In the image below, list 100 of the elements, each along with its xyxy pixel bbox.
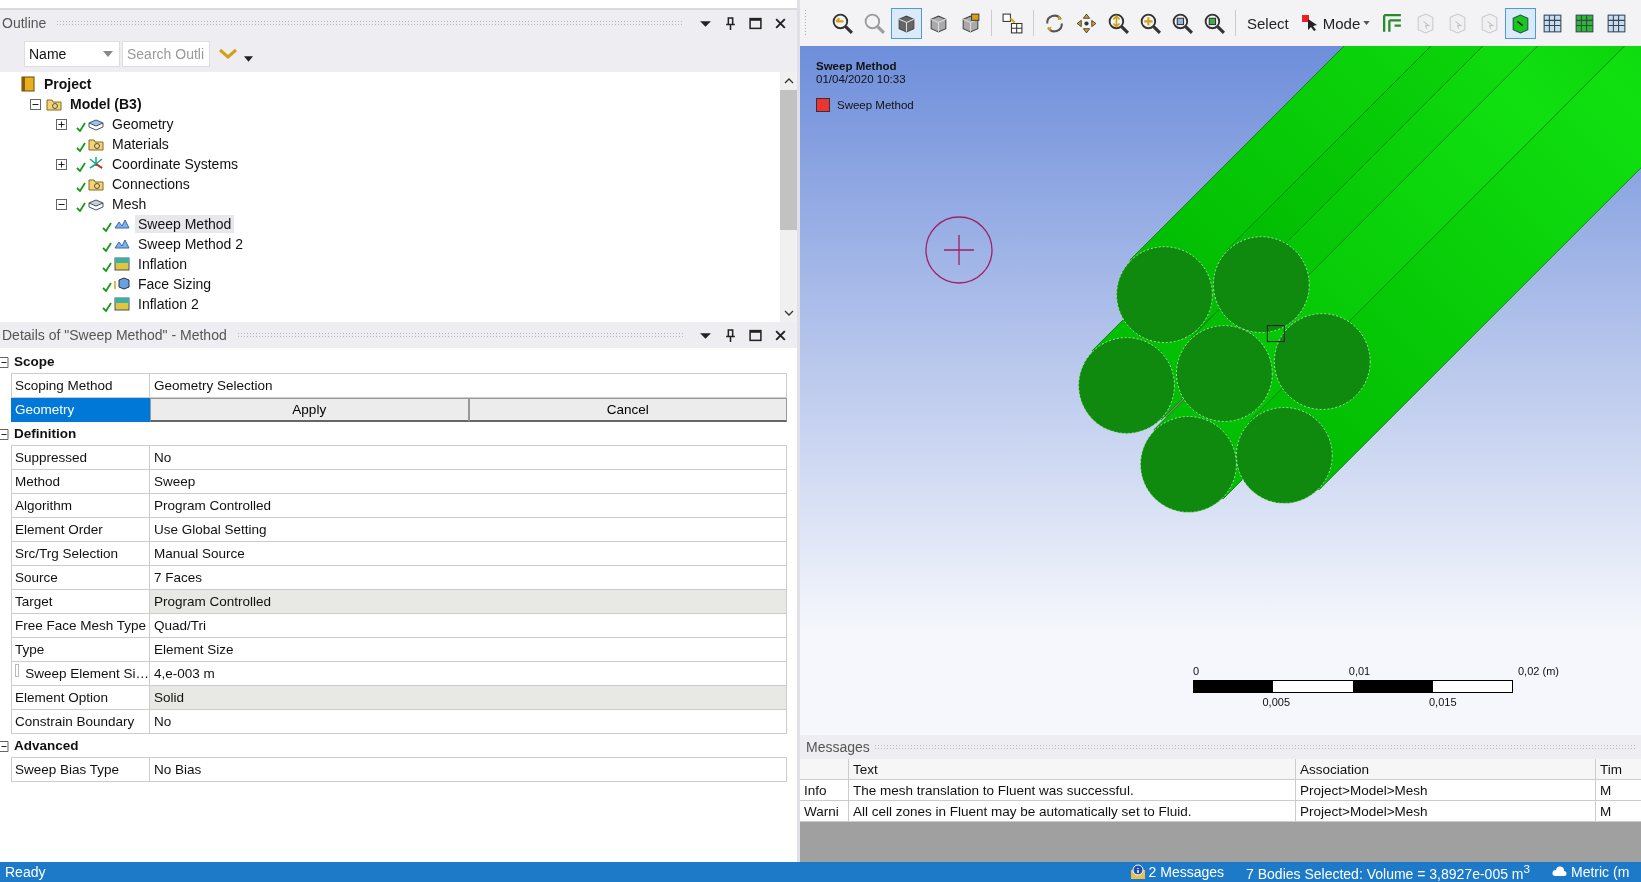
property-name: Sweep Element Si… xyxy=(25,666,149,681)
property-label: Src/Trg Selection xyxy=(11,542,150,566)
cube-icon[interactable] xyxy=(891,7,922,39)
info-icon[interactable] xyxy=(1129,864,1146,880)
property-value[interactable]: No Bias xyxy=(150,758,787,782)
property-value[interactable]: Sweep xyxy=(150,470,787,494)
panel-title: Details of "Sweep Method" - Method xyxy=(1,327,227,343)
property-label: Geometry xyxy=(11,398,150,422)
section-header: Scope xyxy=(11,350,787,374)
property-label: Source xyxy=(11,566,150,590)
close-icon[interactable] xyxy=(774,16,787,30)
property-label: Suppressed xyxy=(11,446,150,470)
status-text: Ready xyxy=(5,864,46,880)
expander-icon[interactable] xyxy=(30,98,41,110)
property-label: Sweep Bias Type xyxy=(11,758,150,782)
property-label: Method xyxy=(11,470,150,494)
pin-icon[interactable] xyxy=(724,16,737,30)
folder-icon xyxy=(88,176,104,192)
collapse-icon[interactable] xyxy=(0,356,9,368)
book-icon xyxy=(20,76,36,92)
scroll-up-icon[interactable] xyxy=(783,78,794,84)
tree-item[interactable]: Geometry xyxy=(109,115,177,133)
cube-icon[interactable] xyxy=(1505,7,1537,39)
expander-icon[interactable] xyxy=(56,198,67,210)
section-header: Advanced xyxy=(11,734,787,758)
tree-item[interactable]: Inflation 2 xyxy=(135,295,202,313)
property-label: Element Order xyxy=(11,518,150,542)
unit-system[interactable]: Metric (m xyxy=(1571,864,1641,880)
property-value[interactable]: Program Controlled xyxy=(150,590,787,614)
tree-item[interactable]: Coordinate Systems xyxy=(109,155,242,173)
column-header[interactable]: Text xyxy=(849,759,1296,779)
box-icon xyxy=(88,196,104,212)
scale-label: 0,005 xyxy=(1262,696,1290,708)
property-value[interactable]: No xyxy=(150,710,787,734)
viewport-title: Sweep Method xyxy=(816,60,898,72)
panel-title: Outline xyxy=(1,15,47,31)
axes-icon xyxy=(88,156,104,172)
folder-icon xyxy=(88,136,104,152)
pin-icon[interactable] xyxy=(724,328,737,342)
scale-label: 0,015 xyxy=(1429,696,1457,708)
property-value[interactable]: Program Controlled xyxy=(150,494,787,518)
maximize-icon[interactable] xyxy=(749,16,762,30)
tree-item[interactable]: Connections xyxy=(109,175,193,193)
property-value[interactable]: No xyxy=(150,446,787,470)
column-header[interactable]: Association xyxy=(1296,759,1596,779)
collapse-icon[interactable] xyxy=(0,740,9,752)
table-cell-text: M xyxy=(1599,781,1613,800)
table-cell-text: M xyxy=(1599,802,1613,821)
table-cell: Warni xyxy=(800,801,849,821)
tree-item[interactable]: Model (B3) xyxy=(67,95,145,113)
caret-icon xyxy=(1363,21,1371,25)
scale-label: 0,02 (m) xyxy=(1518,665,1559,677)
folder-icon xyxy=(46,96,62,112)
tree-item[interactable]: Inflation xyxy=(135,255,191,273)
property-value[interactable]: Use Global Setting xyxy=(150,518,787,542)
checkbox[interactable] xyxy=(15,664,20,677)
property-label: Type xyxy=(11,638,150,662)
tree-item[interactable]: Materials xyxy=(109,135,172,153)
box-icon xyxy=(88,116,104,132)
filter-dropdown[interactable]: Name xyxy=(24,41,120,67)
crosshair-icon xyxy=(924,215,994,285)
expander-icon[interactable] xyxy=(56,118,67,130)
collapse-icon[interactable] xyxy=(0,428,9,440)
property-value[interactable]: Element Size xyxy=(150,638,787,662)
maximize-icon[interactable] xyxy=(749,328,762,342)
tree-item[interactable]: Project xyxy=(41,75,95,93)
column-header[interactable]: Tim xyxy=(1596,759,1641,779)
search-field[interactable]: Search Outli xyxy=(122,41,210,67)
apply-button[interactable]: Apply xyxy=(150,398,469,422)
tree-item[interactable]: Face Sizing xyxy=(135,275,215,293)
cancel-button[interactable]: Cancel xyxy=(468,398,787,422)
panel-title: Messages xyxy=(805,739,870,755)
layers-icon xyxy=(114,256,130,272)
scale-label: 0,01 xyxy=(1348,665,1371,677)
tree-item[interactable]: Mesh xyxy=(109,195,150,213)
selection-info: 7 Bodies Selected: Volume = 3,8927e-005 m$^{3}$ xyxy=(1246,862,1530,882)
close-icon[interactable] xyxy=(774,328,787,342)
property-value[interactable]: Quad/Tri xyxy=(150,614,787,638)
scale-label: 0 xyxy=(1193,665,1200,677)
scroll-down-icon[interactable] xyxy=(783,310,794,316)
table-cell: The mesh translation to Fluent was successful. xyxy=(849,780,1296,800)
select-button[interactable]: Select xyxy=(1241,14,1295,32)
expander-icon[interactable] xyxy=(56,158,67,170)
layers-icon xyxy=(114,296,130,312)
tree-item[interactable]: Sweep Method 2 xyxy=(135,235,247,253)
property-label: Free Face Mesh Type xyxy=(11,614,150,638)
caret-icon[interactable] xyxy=(244,56,253,62)
table-cell: Info xyxy=(800,780,849,800)
timestamp: 01/04/2020 10:33 xyxy=(816,73,907,85)
table-cell: All cell zones in Fluent may be automatically set to Fluid. xyxy=(849,801,1296,821)
table-cell: Project>Model>Mesh xyxy=(1296,801,1596,821)
mode-menu[interactable]: Mode xyxy=(1295,14,1377,32)
messages-count[interactable]: 2 Messages xyxy=(1148,864,1225,880)
property-value[interactable]: Solid xyxy=(150,686,787,710)
legend-label: Sweep Method xyxy=(837,99,914,111)
cube-icon xyxy=(114,276,130,292)
property-label: Constrain Boundary xyxy=(11,710,150,734)
property-value[interactable]: Manual Source xyxy=(150,542,787,566)
tree-item[interactable]: Sweep Method xyxy=(135,215,235,233)
section-header: Definition xyxy=(11,422,787,446)
